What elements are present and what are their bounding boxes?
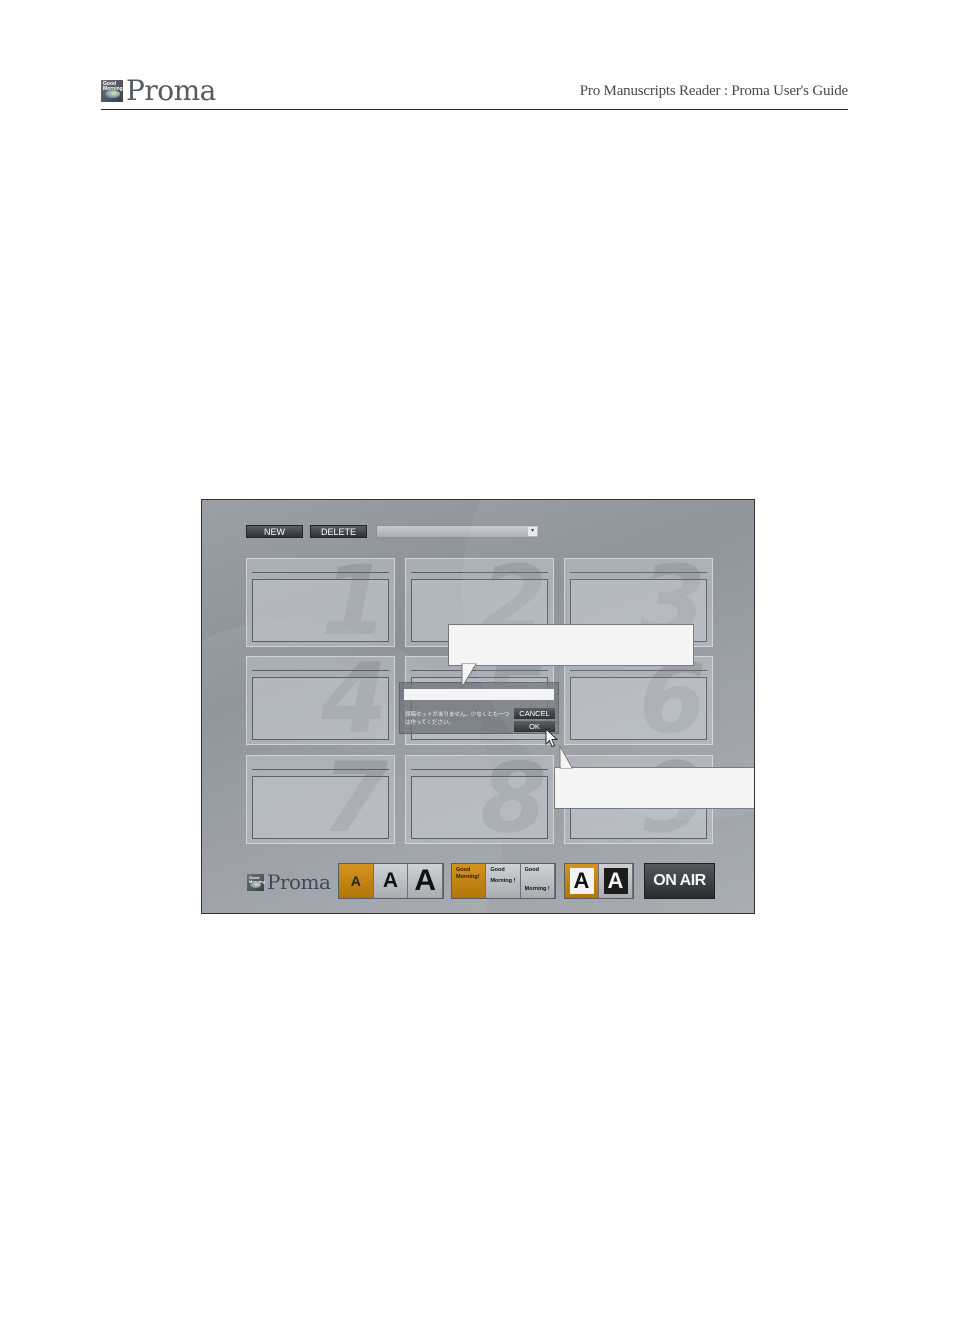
layout-option-2-button[interactable]: Good Morning ! [486,864,521,898]
font-size-group: A A A [338,863,444,899]
app-window: NEW DELETE ▾ 1 2 3 4 5 6 7 8 9 原稿セットがありま… [201,499,755,914]
callout-bottom-tail [559,745,573,769]
badge-swirl [105,90,120,98]
chevron-down-icon[interactable]: ▾ [528,527,537,536]
slot-title-line [570,572,707,573]
slot-title-line [252,670,389,671]
slot-body [252,579,389,642]
manuscript-set-select[interactable]: ▾ [376,525,539,538]
normal-color-label: A [569,868,594,894]
slot-title-line [252,769,389,770]
normal-color-button[interactable]: A [565,864,599,898]
inverted-color-button[interactable]: A [599,864,633,898]
slot-body [411,776,548,839]
layout-option-1-line2: Morning! [456,874,480,880]
slot-8[interactable]: 8 [405,755,554,844]
slot-body [570,677,707,740]
slot-body [411,579,548,642]
delete-button[interactable]: DELETE [310,525,367,538]
font-size-small-label: A [350,873,361,889]
font-size-large-label: A [414,864,437,897]
slot-title-line [570,769,707,770]
callout-top [448,624,694,666]
slot-1[interactable]: 1 [246,558,395,647]
slot-7[interactable]: 7 [246,755,395,844]
proma-logo: Good Morning Proma [101,76,216,106]
dialog-message: 原稿セットがありません。少なくとも一つは作ってください。 [405,712,510,726]
layout-option-2-line1: Good [490,867,505,873]
slot-number: 6 [639,656,706,745]
warning-dialog: 原稿セットがありません。少なくとも一つは作ってください。 CANCEL OK [399,682,559,734]
slot-body [570,579,707,642]
new-button[interactable]: NEW [246,525,303,538]
proma-badge-icon: Good Morning [247,874,265,891]
on-air-button[interactable]: ON AIR [644,863,715,899]
slot-title-line [252,572,389,573]
dialog-title-bar [404,689,554,700]
app-logo-wordmark: Proma [267,870,331,894]
logo-wordmark: Proma [126,74,216,107]
slot-2[interactable]: 2 [405,558,554,647]
slot-title-line [411,769,548,770]
layout-option-3-line1: Good [524,867,540,873]
layout-option-1-line1: Good [456,867,471,873]
font-size-large-button[interactable]: A [408,864,444,898]
layout-option-3-button[interactable]: Good Morning ! [520,864,555,898]
color-invert-group: A A [564,863,634,899]
line-layout-group: Good Morning! Good Morning ! Good Mornin… [451,863,556,899]
mouse-cursor-icon [545,728,559,748]
callout-bottom [554,767,754,809]
slot-body [252,776,389,839]
page-header: Good Morning Proma Pro Manuscripts Reade… [101,74,848,110]
document-title: Pro Manuscripts Reader : Proma User's Gu… [579,83,848,99]
slot-6[interactable]: 6 [564,656,713,745]
inverted-color-label: A [603,868,628,894]
badge-swirl [250,882,261,888]
font-size-medium-label: A [382,869,399,892]
proma-badge-icon: Good Morning [101,80,123,102]
slot-number: 2 [480,558,547,647]
header-divider [101,109,848,110]
font-size-medium-button[interactable]: A [373,864,409,898]
slot-4[interactable]: 4 [246,656,395,745]
ok-button[interactable]: OK [514,721,555,732]
slot-title-line [570,670,707,671]
slot-3[interactable]: 3 [564,558,713,647]
slot-title-line [411,572,548,573]
cancel-button[interactable]: CANCEL [514,708,555,719]
layout-option-2-line2: Morning ! [490,878,516,884]
slot-body [252,677,389,740]
slot-title-line [411,670,548,671]
callout-top-tail [461,663,477,689]
layout-option-1-button[interactable]: Good Morning! [452,864,487,898]
layout-option-3-line2: Morning ! [524,886,550,892]
slot-number: 3 [639,558,706,647]
font-size-small-button[interactable]: A [339,864,374,898]
app-logo: Good Morning Proma [247,870,331,894]
